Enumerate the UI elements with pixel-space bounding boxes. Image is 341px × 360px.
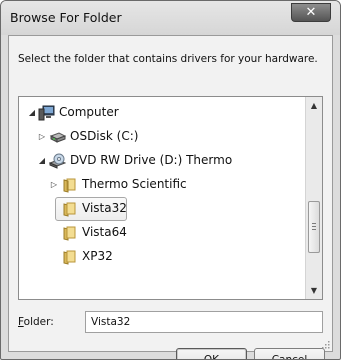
scrollbar-thumb[interactable] bbox=[308, 201, 320, 253]
tree-item-vista32[interactable]: Vista32 bbox=[19, 197, 305, 221]
folder-input[interactable]: Vista32 bbox=[85, 311, 323, 333]
grip-line bbox=[312, 223, 316, 224]
dialog-body: Select the folder that contains drivers … bbox=[8, 35, 333, 359]
computer-icon bbox=[38, 105, 55, 121]
folder-icon bbox=[63, 178, 76, 193]
tree-item-vista64[interactable]: Vista64 bbox=[19, 221, 305, 245]
title-bar[interactable]: Browse For Folder ✕ bbox=[1, 1, 340, 35]
tree-item-label: DVD RW Drive (D:) Thermo bbox=[70, 153, 233, 167]
tree-scrollbar[interactable]: ▲ ▼ bbox=[305, 97, 322, 299]
tree-item-xp32[interactable]: XP32 bbox=[19, 245, 305, 269]
expanded-arrow-icon[interactable]: ◢ bbox=[27, 108, 37, 118]
folder-label-text: older: bbox=[23, 316, 54, 328]
close-icon: ✕ bbox=[305, 5, 317, 20]
tree-item-label: Vista32 bbox=[82, 201, 127, 215]
tree-item-label: XP32 bbox=[82, 249, 113, 263]
cancel-button[interactable]: Cancel bbox=[254, 348, 325, 359]
instruction-text: Select the folder that contains drivers … bbox=[18, 53, 318, 65]
dvd-drive-icon bbox=[49, 153, 66, 169]
tree-item-thermo-scientific[interactable]: ▷ Thermo Scientific bbox=[19, 173, 305, 197]
folder-icon bbox=[63, 250, 76, 265]
tree-item-computer[interactable]: ◢ Computer bbox=[19, 101, 305, 125]
collapsed-arrow-icon[interactable]: ▷ bbox=[49, 180, 59, 190]
folder-field-label: Folder: bbox=[18, 316, 54, 328]
collapsed-arrow-icon[interactable]: ▷ bbox=[37, 132, 47, 142]
tree-item-label: Vista64 bbox=[82, 225, 127, 239]
tree-item-label: Thermo Scientific bbox=[82, 177, 187, 191]
expanded-arrow-icon[interactable]: ◢ bbox=[37, 156, 47, 166]
scroll-down-arrow-icon[interactable]: ▼ bbox=[306, 282, 322, 299]
close-button[interactable]: ✕ bbox=[291, 3, 331, 22]
grip-line bbox=[312, 226, 316, 227]
folder-icon bbox=[63, 202, 76, 217]
tree-item-label: OSDisk (C:) bbox=[70, 129, 139, 143]
hard-drive-icon bbox=[49, 132, 66, 143]
ok-button[interactable]: OK bbox=[176, 348, 247, 359]
tree-item-osdisk[interactable]: ▷ OSDisk (C:) bbox=[19, 125, 305, 149]
folder-icon bbox=[63, 226, 76, 241]
tree-item-label: Computer bbox=[59, 105, 119, 119]
resize-grip-icon[interactable] bbox=[320, 339, 330, 349]
grip-line bbox=[312, 229, 316, 230]
browse-for-folder-dialog: Browse For Folder ✕ Select the folder th… bbox=[0, 0, 341, 360]
tree-item-dvd-drive[interactable]: ◢ DVD RW Drive (D:) Thermo bbox=[19, 149, 305, 173]
dialog-title: Browse For Folder bbox=[10, 10, 122, 25]
scroll-up-arrow-icon[interactable]: ▲ bbox=[306, 97, 322, 114]
folder-tree[interactable]: ◢ Computer ▷ OSDisk (C:) ◢ DVD RW Drive … bbox=[18, 96, 323, 300]
